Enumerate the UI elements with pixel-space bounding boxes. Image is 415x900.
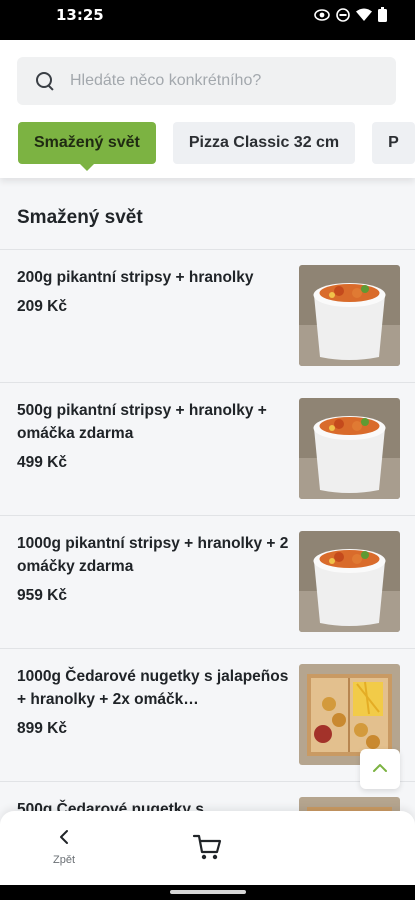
status-bar: 13:25 (0, 0, 415, 40)
chevron-up-icon (372, 760, 388, 778)
item-name: 200g pikantní stripsy + hranolky (17, 269, 254, 286)
chevron-left-icon (59, 830, 69, 849)
status-time: 13:25 (56, 6, 104, 24)
item-name: 1000g pikantní stripsy + hranolky + 2 om… (17, 535, 289, 575)
list-item[interactable]: 1000g Čedarové nugetky s jalapeños + hra… (0, 648, 415, 781)
search-bar[interactable] (17, 57, 396, 105)
back-button[interactable]: Zpět (44, 829, 84, 866)
item-image (299, 398, 400, 499)
app: Smažený svět Pizza Classic 32 cm P Smaže… (0, 40, 415, 885)
search-icon (35, 71, 55, 91)
tab-next[interactable]: P (372, 122, 415, 164)
header: Smažený svět Pizza Classic 32 cm P (0, 40, 415, 178)
back-label: Zpět (52, 854, 75, 866)
list-item[interactable]: 1000g pikantní stripsy + hranolky + 2 om… (0, 515, 415, 648)
item-name: 1000g Čedarové nugetky s jalapeños + hra… (17, 668, 289, 708)
menu-list: Smažený svět 200g pikantní stripsy + hra… (0, 178, 415, 885)
status-icons (314, 7, 387, 27)
item-price: 899 Kč (17, 720, 67, 737)
bottom-bar: Zpět (0, 811, 415, 885)
scroll-to-top-button[interactable] (360, 749, 400, 789)
wifi-icon (356, 8, 372, 26)
cart-button[interactable] (192, 833, 222, 866)
item-name: 500g pikantní stripsy + hranolky + omáčk… (17, 402, 267, 442)
cart-icon (192, 834, 222, 865)
item-price: 209 Kč (17, 298, 67, 315)
item-image (299, 265, 400, 366)
tab-pizza-classic[interactable]: Pizza Classic 32 cm (172, 122, 356, 164)
item-price: 959 Kč (17, 587, 67, 604)
category-tabs: Smažený svět Pizza Classic 32 cm P (18, 122, 415, 171)
search-input[interactable] (70, 72, 390, 90)
list-item[interactable]: 500g pikantní stripsy + hranolky + omáčk… (0, 382, 415, 515)
battery-icon (378, 7, 387, 27)
home-gesture-handle[interactable] (170, 890, 246, 894)
item-price: 499 Kč (17, 454, 67, 471)
eye-icon (314, 8, 330, 27)
system-nav-bar (0, 885, 415, 900)
section-title: Smažený svět (17, 207, 143, 228)
list-item[interactable]: 200g pikantní stripsy + hranolky 209 Kč (0, 249, 415, 382)
item-image (299, 531, 400, 632)
dnd-icon (336, 7, 350, 27)
tab-smazeny-svet[interactable]: Smažený svět (18, 122, 156, 171)
